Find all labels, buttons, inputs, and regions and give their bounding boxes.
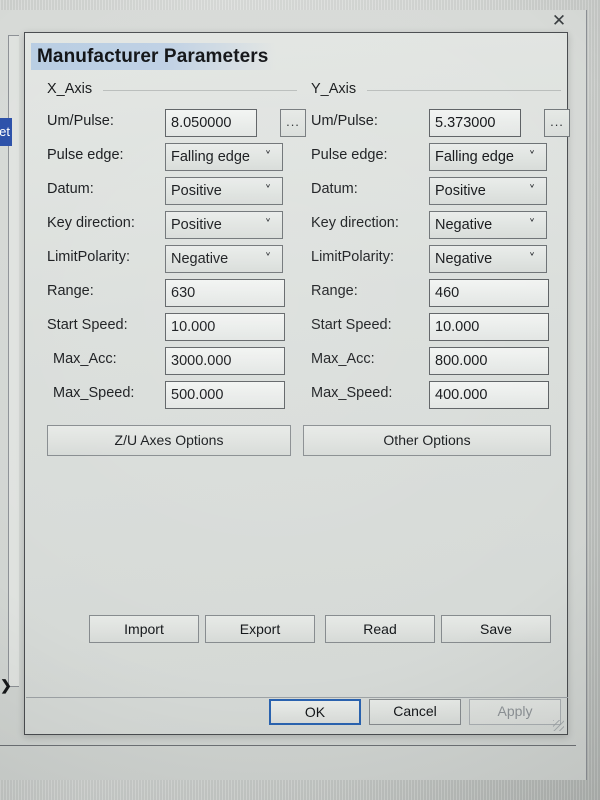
field-label: Pulse edge:: [47, 147, 124, 163]
field-y-start-speed: Start Speed: 10.000: [311, 313, 561, 343]
save-button[interactable]: Save: [441, 615, 551, 643]
field-label: Key direction:: [311, 215, 399, 231]
export-button[interactable]: Export: [205, 615, 315, 643]
field-label: LimitPolarity:: [311, 249, 394, 265]
field-x-pulse-edge: Pulse edge: Falling edge ˅: [47, 143, 297, 173]
field-y-limit-polarity: LimitPolarity: Negative ˅: [311, 245, 561, 275]
field-label: Um/Pulse:: [311, 113, 378, 129]
ok-button[interactable]: OK: [269, 699, 361, 725]
field-y-max-speed: Max_Speed: 400.000: [311, 381, 561, 411]
field-label: Max_Speed:: [311, 385, 393, 401]
chevron-down-icon: ˅: [528, 218, 536, 233]
read-button[interactable]: Read: [325, 615, 435, 643]
input-y-start-speed[interactable]: 10.000: [429, 313, 549, 341]
field-x-datum: Datum: Positive ˅: [47, 177, 297, 207]
field-x-limit-polarity: LimitPolarity: Negative ˅: [47, 245, 297, 275]
chevron-down-icon: ˅: [264, 252, 272, 267]
chevron-right-icon[interactable]: ❯: [0, 676, 14, 694]
field-label: Max_Acc:: [53, 351, 117, 367]
combo-value: Positive: [171, 217, 222, 233]
field-label: Range:: [47, 283, 94, 299]
combo-x-pulse-edge[interactable]: Falling edge ˅: [165, 143, 283, 171]
field-y-max-acc: Max_Acc: 800.000: [311, 347, 561, 377]
field-y-pulse-edge: Pulse edge: Falling edge ˅: [311, 143, 561, 173]
combo-value: Falling edge: [171, 149, 250, 165]
combo-value: Negative: [435, 217, 493, 233]
combo-value: Negative: [435, 251, 493, 267]
input-y-max-acc[interactable]: 800.000: [429, 347, 549, 375]
manufacturer-parameters-dialog: Manufacturer Parameters X_Axis Um/Pulse:…: [24, 32, 570, 735]
field-label: Pulse edge:: [311, 147, 388, 163]
field-label: Max_Speed:: [53, 385, 135, 401]
footer-divider: [26, 697, 568, 698]
field-label: Range:: [311, 283, 358, 299]
close-icon[interactable]: ✕: [546, 10, 572, 32]
combo-x-datum[interactable]: Positive ˅: [165, 177, 283, 205]
browse-x-um-pulse-button[interactable]: ...: [280, 109, 306, 137]
combo-value: Negative: [171, 251, 229, 267]
combo-y-key-direction[interactable]: Negative ˅: [429, 211, 547, 239]
input-x-start-speed[interactable]: 10.000: [165, 313, 285, 341]
field-x-start-speed: Start Speed: 10.000: [47, 313, 297, 343]
group-rule: [103, 90, 297, 91]
page-title: Manufacturer Parameters: [31, 43, 277, 70]
combo-value: Positive: [171, 183, 222, 199]
field-x-um-pulse: Um/Pulse: 8.050000 ...: [47, 109, 306, 139]
combo-y-limit-polarity[interactable]: Negative ˅: [429, 245, 547, 273]
chevron-down-icon: ˅: [264, 218, 272, 233]
field-x-max-speed: Max_Speed: 500.000: [47, 381, 297, 411]
chevron-down-icon: ˅: [528, 252, 536, 267]
input-x-range[interactable]: 630: [165, 279, 285, 307]
resize-grip[interactable]: [553, 720, 564, 731]
input-y-max-speed[interactable]: 400.000: [429, 381, 549, 409]
group-legend-x-axis: X_Axis: [47, 81, 93, 97]
combo-y-datum[interactable]: Positive ˅: [429, 177, 547, 205]
sidebar-selected-item[interactable]: et: [0, 118, 12, 146]
field-x-max-acc: Max_Acc: 3000.000: [47, 347, 297, 377]
combo-y-pulse-edge[interactable]: Falling edge ˅: [429, 143, 547, 171]
zu-axes-options-button[interactable]: Z/U Axes Options: [47, 425, 291, 456]
chevron-down-icon: ˅: [528, 150, 536, 165]
field-label: LimitPolarity:: [47, 249, 130, 265]
input-y-range[interactable]: 460: [429, 279, 549, 307]
import-button[interactable]: Import: [89, 615, 199, 643]
field-label: Start Speed:: [47, 317, 128, 333]
combo-x-limit-polarity[interactable]: Negative ˅: [165, 245, 283, 273]
chevron-down-icon: ˅: [264, 184, 272, 199]
input-x-max-speed[interactable]: 500.000: [165, 381, 285, 409]
combo-value: Falling edge: [435, 149, 514, 165]
combo-value: Positive: [435, 183, 486, 199]
input-x-um-pulse[interactable]: 8.050000: [165, 109, 257, 137]
field-label: Start Speed:: [311, 317, 392, 333]
group-rule: [367, 90, 561, 91]
field-y-key-direction: Key direction: Negative ˅: [311, 211, 561, 241]
field-y-um-pulse: Um/Pulse: 5.373000 ...: [311, 109, 570, 139]
group-legend-y-axis: Y_Axis: [311, 81, 357, 97]
field-label: Datum:: [311, 181, 358, 197]
other-options-button[interactable]: Other Options: [303, 425, 551, 456]
field-x-range: Range: 630: [47, 279, 297, 309]
combo-x-key-direction[interactable]: Positive ˅: [165, 211, 283, 239]
apply-button: Apply: [469, 699, 561, 725]
cancel-button[interactable]: Cancel: [369, 699, 461, 725]
field-label: Um/Pulse:: [47, 113, 114, 129]
group-y-axis: Y_Axis Um/Pulse: 5.373000 ... Pulse edge…: [311, 81, 570, 441]
browse-y-um-pulse-button[interactable]: ...: [544, 109, 570, 137]
window-bottom-divider: [0, 745, 576, 746]
field-label: Key direction:: [47, 215, 135, 231]
input-x-max-acc[interactable]: 3000.000: [165, 347, 285, 375]
chevron-down-icon: ˅: [528, 184, 536, 199]
field-y-datum: Datum: Positive ˅: [311, 177, 561, 207]
group-x-axis: X_Axis Um/Pulse: 8.050000 ... Pulse edge…: [47, 81, 306, 441]
field-y-range: Range: 460: [311, 279, 561, 309]
field-label: Max_Acc:: [311, 351, 375, 367]
chevron-down-icon: ˅: [264, 150, 272, 165]
field-label: Datum:: [47, 181, 94, 197]
field-x-key-direction: Key direction: Positive ˅: [47, 211, 297, 241]
input-y-um-pulse[interactable]: 5.373000: [429, 109, 521, 137]
